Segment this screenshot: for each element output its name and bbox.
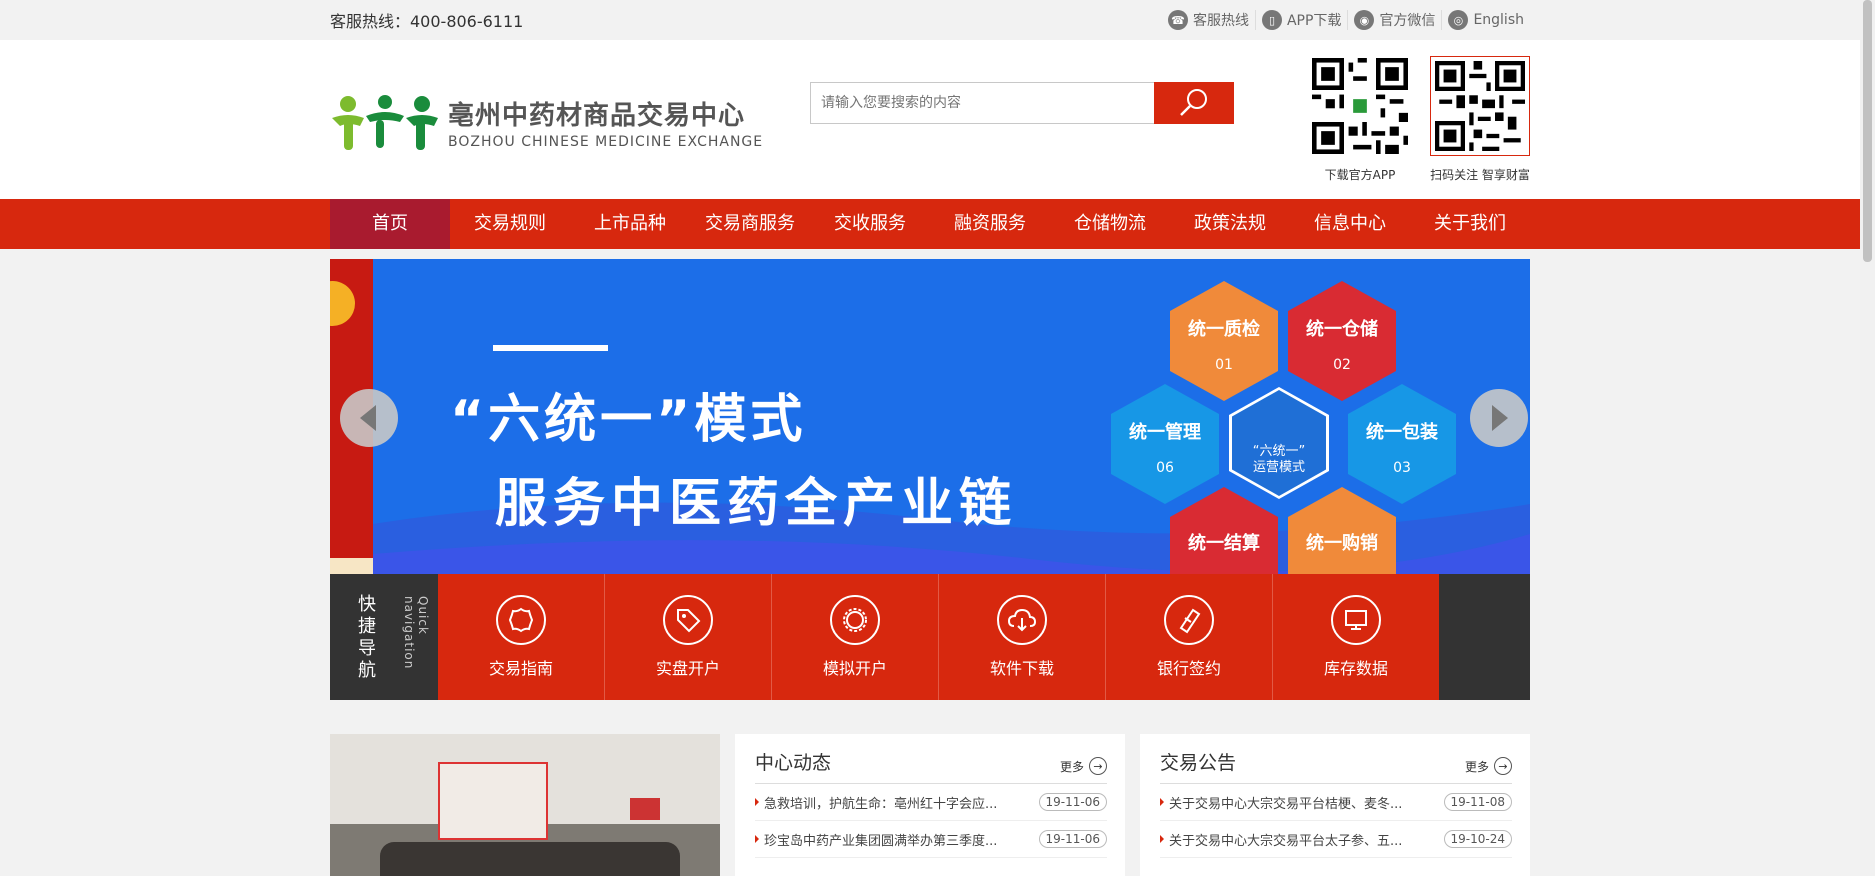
scrollbar-thumb[interactable] (1863, 0, 1872, 262)
top-links: ☎ 客服热线 ▯ APP下载 ◉ 官方微信 ◎ English (1162, 10, 1530, 30)
hero-banner[interactable]: “六统一”模式 服务中医药全产业链 统一质检 01 统一仓储 02 统一包装 0… (330, 259, 1530, 574)
announcements-more-link[interactable]: 更多 → (1465, 757, 1512, 775)
news-date: 19-11-06 (1038, 793, 1107, 811)
news-photo[interactable] (330, 734, 720, 876)
search-bar (810, 82, 1234, 124)
list-item[interactable]: 关于交易中心大宗交易平台太子参、五... 19-10-24 (1160, 821, 1512, 858)
chevron-right-icon (1492, 405, 1508, 431)
announcements-title: 交易公告 (1160, 752, 1237, 774)
top-link-hotline[interactable]: ☎ 客服热线 (1162, 10, 1255, 30)
globe-icon: ◎ (1448, 10, 1469, 30)
news-center-more-link[interactable]: 更多 → (1060, 757, 1107, 775)
quick-nav-label: 快捷导航 Quick navigation (330, 574, 438, 700)
nav-item-trader-services[interactable]: 交易商服务 (690, 199, 810, 249)
qr-code-icon (1435, 61, 1525, 151)
site-logo[interactable]: 亳州中药材商品交易中心 BOZHOU CHINESE MEDICINE EXCH… (330, 90, 763, 154)
qr-wechat-caption: 扫码关注 智享财富 (1430, 168, 1530, 182)
search-input[interactable] (810, 82, 1154, 124)
qr-app-caption: 下载官方APP (1324, 168, 1396, 182)
quick-item-bank-signing[interactable]: 银行签约 (1105, 574, 1272, 700)
gear-badge-icon (843, 608, 867, 632)
quick-item-live-account[interactable]: 实盘开户 (604, 574, 771, 700)
page-scrollbar[interactable] (1860, 0, 1875, 876)
quick-item-demo-account[interactable]: 模拟开户 (771, 574, 938, 700)
logo-mark-icon (332, 95, 438, 150)
news-center-panel: 中心动态 更多 → 急救培训，护航生命：亳州红十字会应... 19-11-06 … (735, 734, 1125, 876)
nav-item-trading-rules[interactable]: 交易规则 (450, 199, 570, 249)
top-link-english[interactable]: ◎ English (1441, 10, 1530, 30)
hex-quality-check: 统一质检 01 (1170, 281, 1278, 401)
news-date: 19-11-08 (1443, 793, 1512, 811)
list-item[interactable]: 关于交易中心大宗交易平台桔梗、麦冬... 19-11-08 (1160, 784, 1512, 821)
logo-text-en: BOZHOU CHINESE MEDICINE EXCHANGE (448, 133, 764, 150)
nav-item-info-center[interactable]: 信息中心 (1290, 199, 1410, 249)
nav-item-delivery-services[interactable]: 交收服务 (810, 199, 930, 249)
top-bar: 客服热线：400-806-6111 ☎ 客服热线 ▯ APP下载 ◉ 官方微信 … (0, 0, 1875, 40)
banner-title: “六统一”模式 (450, 390, 807, 450)
nav-item-home[interactable]: 首页 (330, 199, 450, 249)
header: 亳州中药材商品交易中心 BOZHOU CHINESE MEDICINE EXCH… (0, 40, 1875, 200)
banner-next-button[interactable] (1470, 389, 1528, 447)
pen-icon (1179, 608, 1201, 634)
cloud-download-icon (1007, 608, 1037, 632)
quick-nav: 快捷导航 Quick navigation 交易指南 实盘开户 模拟开户 软件下… (330, 574, 1530, 700)
tag-icon (677, 609, 701, 633)
news-date: 19-10-24 (1443, 830, 1512, 848)
nav-item-listed-varieties[interactable]: 上市品种 (570, 199, 690, 249)
announcements-panel: 交易公告 更多 → 关于交易中心大宗交易平台桔梗、麦冬... 19-11-08 … (1140, 734, 1530, 876)
news-date: 19-11-06 (1038, 830, 1107, 848)
quick-item-inventory-data[interactable]: 库存数据 (1272, 574, 1439, 700)
search-icon (1180, 89, 1207, 116)
nav-item-policies[interactable]: 政策法规 (1170, 199, 1290, 249)
monitor-icon (1345, 610, 1367, 630)
chevron-left-icon (360, 405, 376, 431)
top-link-wechat[interactable]: ◉ 官方微信 (1347, 10, 1441, 30)
wechat-icon: ◉ (1354, 10, 1375, 30)
quick-item-software-download[interactable]: 软件下载 (938, 574, 1105, 700)
search-button[interactable] (1154, 82, 1234, 124)
nav-item-about-us[interactable]: 关于我们 (1410, 199, 1530, 249)
badge-icon (508, 607, 534, 633)
banner-subtitle: 服务中医药全产业链 (495, 474, 1018, 534)
quick-item-trading-guide[interactable]: 交易指南 (438, 574, 604, 700)
hex-warehousing: 统一仓储 02 (1288, 281, 1396, 401)
qr-app-download: 下载官方APP (1310, 56, 1410, 183)
list-item[interactable]: 珍宝岛中药产业集团圆满举办第三季度... 19-11-06 (755, 821, 1107, 858)
arrow-right-icon: → (1494, 757, 1512, 775)
hotline-text: 客服热线：400-806-6111 (330, 12, 524, 31)
logo-text-cn: 亳州中药材商品交易中心 (448, 100, 746, 131)
nav-item-financing-services[interactable]: 融资服务 (930, 199, 1050, 249)
news-center-title: 中心动态 (755, 752, 832, 774)
qr-code-icon (1312, 58, 1408, 154)
top-link-app[interactable]: ▯ APP下载 (1254, 10, 1347, 30)
arrow-right-icon: → (1089, 757, 1107, 775)
list-item[interactable]: 急救培训，护航生命：亳州红十字会应... 19-11-06 (755, 784, 1107, 821)
main-nav: 首页 交易规则 上市品种 交易商服务 交收服务 融资服务 仓储物流 政策法规 信… (0, 199, 1860, 249)
mobile-icon: ▯ (1261, 10, 1282, 30)
qr-wechat-follow: 扫码关注 智享财富 (1430, 56, 1530, 183)
nav-item-warehouse-logistics[interactable]: 仓储物流 (1050, 199, 1170, 249)
banner-title-rule (493, 345, 608, 351)
phone-icon: ☎ (1167, 10, 1188, 30)
banner-prev-button[interactable] (340, 389, 398, 447)
